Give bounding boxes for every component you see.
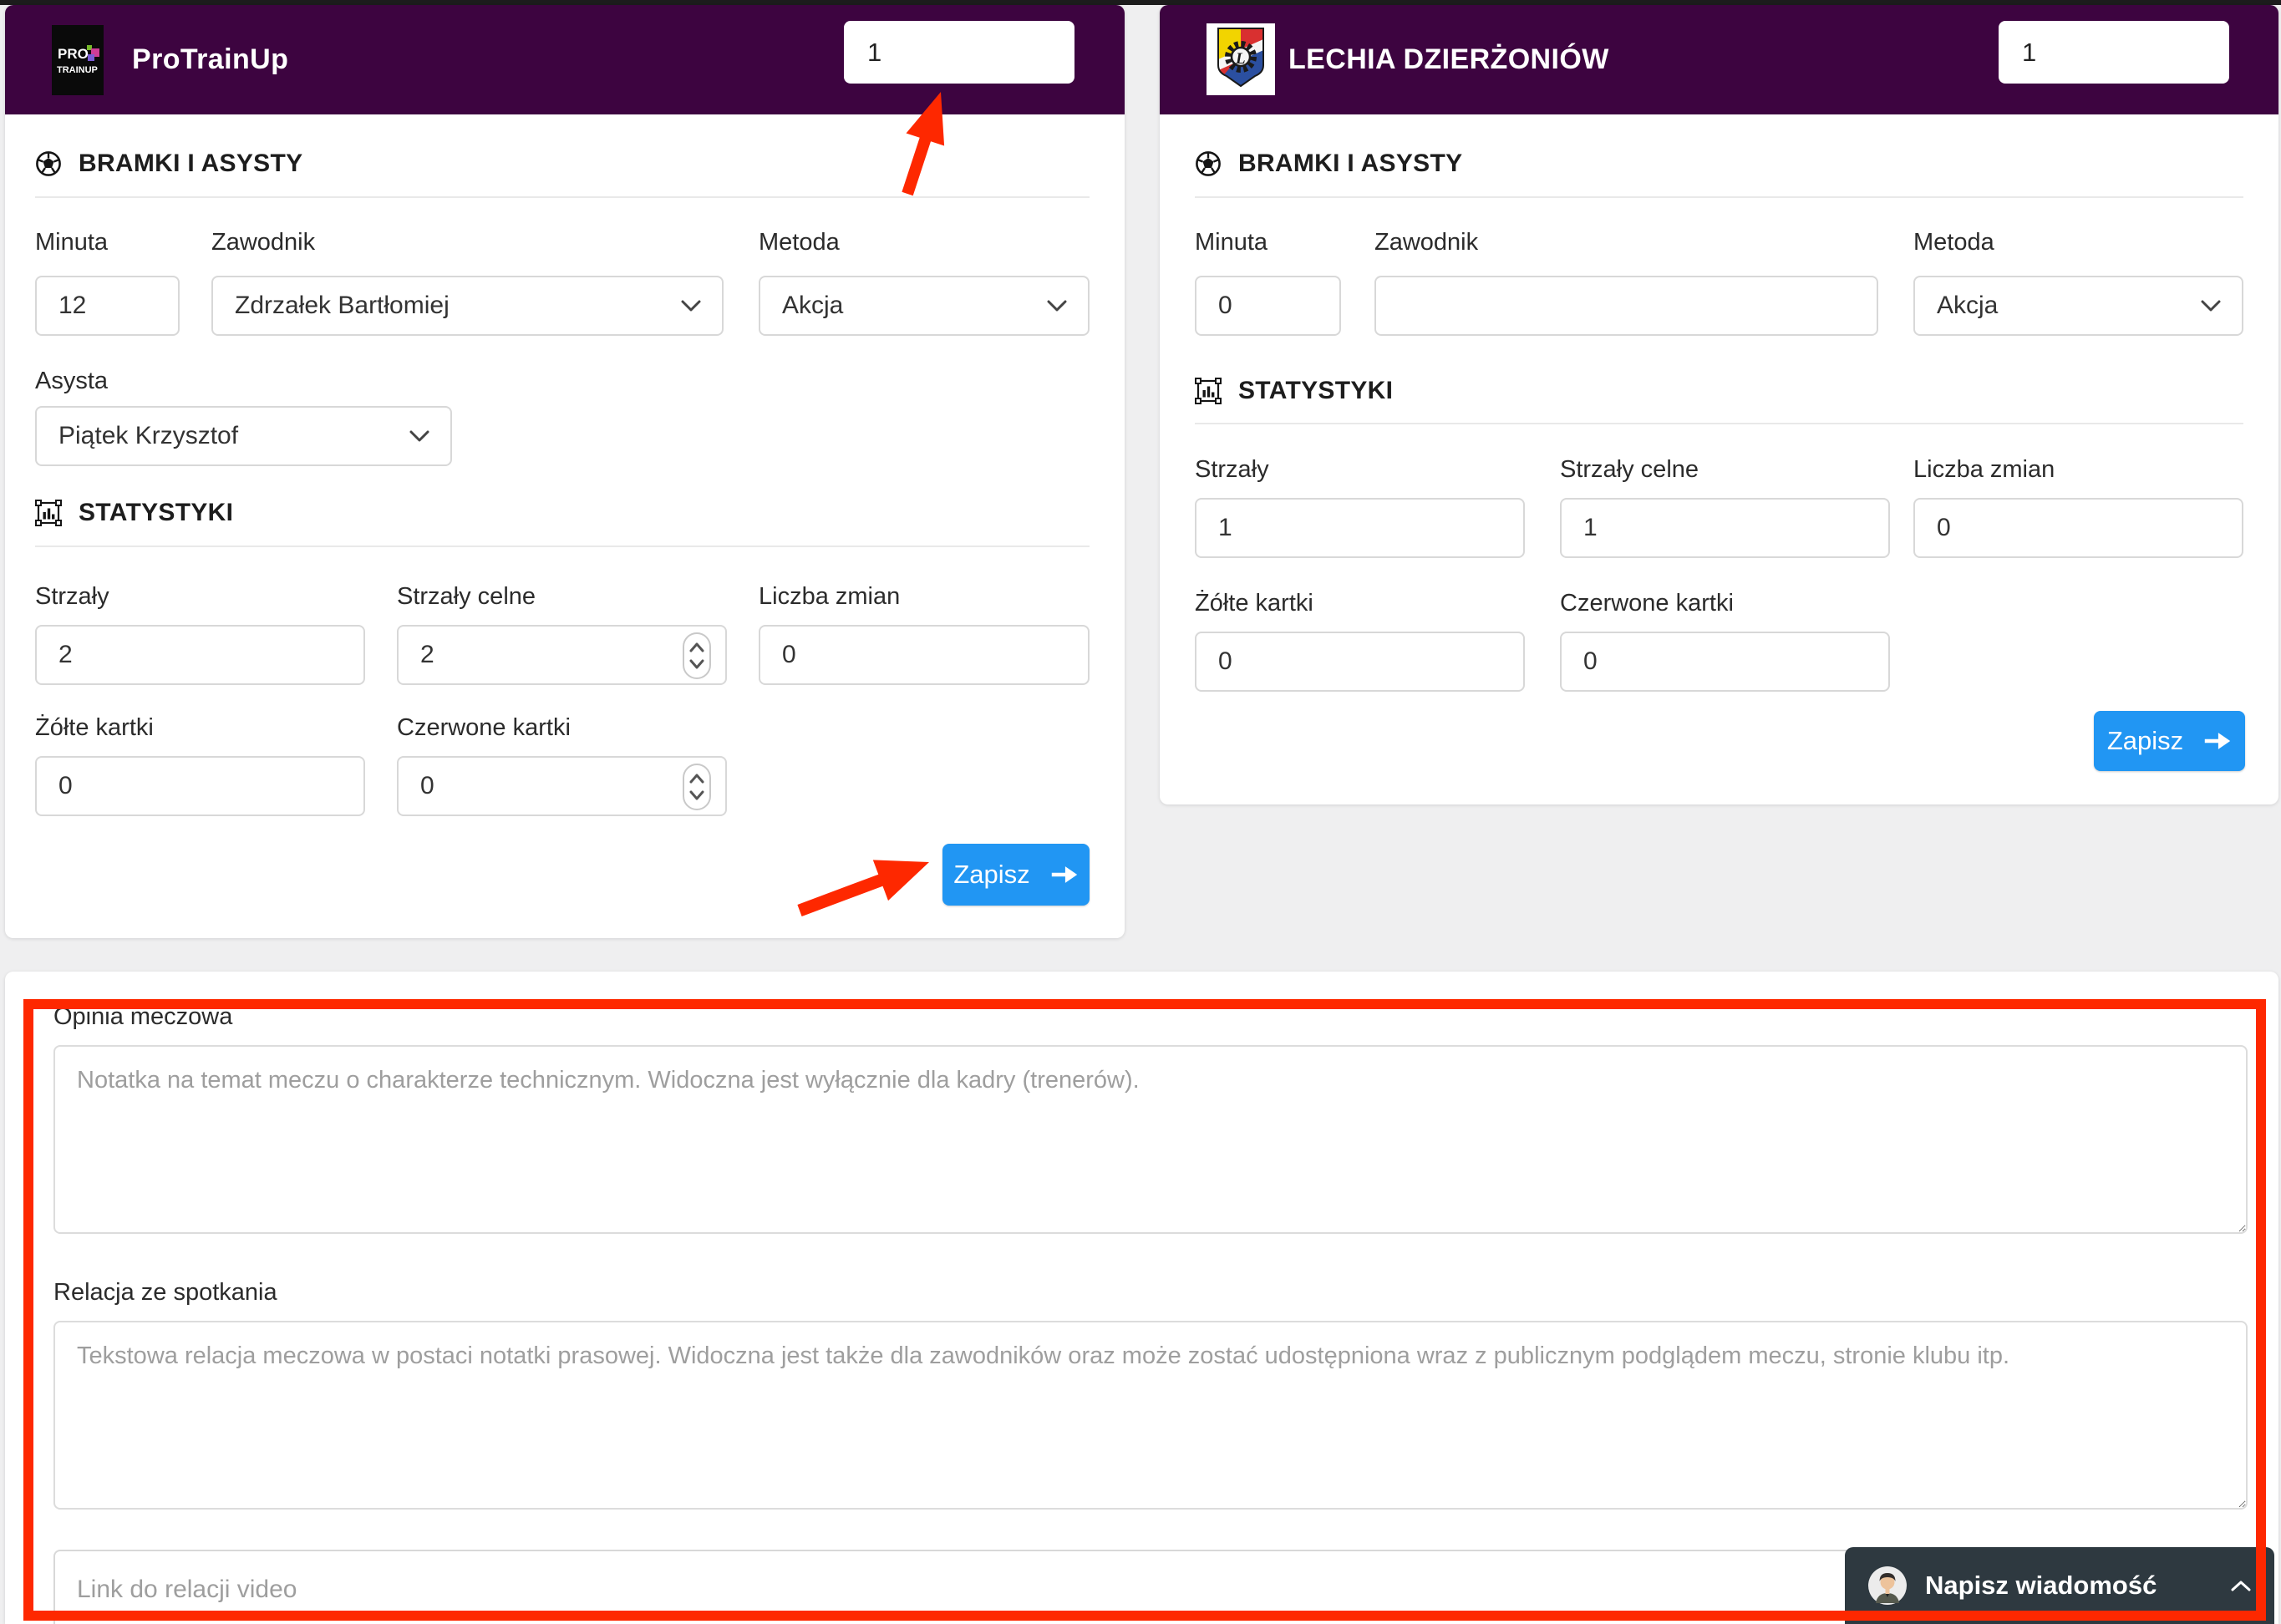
- soccer-ball-icon: [35, 150, 62, 177]
- home-zawodnik-select[interactable]: Zdrzałek Bartłomiej: [211, 276, 724, 336]
- zolte-kartki-label: Żółte kartki: [35, 714, 154, 742]
- home-team-panel: PRO TRAINUP ProTrainUp BRAMKI I ASYSTY M…: [5, 5, 1125, 938]
- opinia-meczowa-textarea[interactable]: [53, 1045, 2248, 1234]
- chevron-down-icon: [680, 299, 702, 312]
- soccer-ball-icon: [1195, 150, 1222, 177]
- svg-text:TRAINUP: TRAINUP: [57, 65, 98, 75]
- chevron-up-icon: [2231, 1580, 2251, 1592]
- home-stats-section-title: STATYSTYKI: [79, 499, 233, 527]
- away-metoda-select[interactable]: Akcja: [1913, 276, 2243, 336]
- chevron-down-icon: [409, 429, 430, 443]
- number-spinner[interactable]: [682, 632, 712, 680]
- arrow-right-icon: [2203, 730, 2232, 752]
- away-goals-section-title: BRAMKI I ASYSTY: [1238, 150, 1462, 178]
- home-minuta-input[interactable]: [35, 276, 180, 336]
- home-save-button[interactable]: Zapisz: [942, 844, 1090, 906]
- away-stats-section-header: STATYSTYKI: [1195, 373, 1393, 409]
- home-zawodnik-value: Zdrzałek Bartłomiej: [235, 292, 450, 320]
- home-metoda-value: Akcja: [782, 292, 843, 320]
- chevron-down-icon: [1046, 299, 1068, 312]
- away-strzaly-celne-input[interactable]: [1560, 498, 1890, 558]
- home-team-name: ProTrainUp: [132, 5, 288, 114]
- home-metoda-select[interactable]: Akcja: [759, 276, 1090, 336]
- metoda-label: Metoda: [759, 229, 840, 256]
- czerwone-kartki-label: Czerwone kartki: [1560, 590, 1734, 617]
- statistics-chart-icon: [35, 500, 62, 526]
- home-team-header: PRO TRAINUP ProTrainUp: [5, 5, 1125, 114]
- lechia-club-crest: L: [1207, 23, 1275, 95]
- home-czerwone-kartki-input[interactable]: [397, 756, 727, 816]
- zawodnik-label: Zawodnik: [211, 229, 315, 256]
- chevron-down-icon: [2200, 299, 2222, 312]
- liczba-zmian-label: Liczba zmian: [759, 583, 900, 611]
- away-goals-section-header: BRAMKI I ASYSTY: [1195, 145, 1462, 182]
- divider: [35, 196, 1090, 198]
- svg-text:PRO: PRO: [58, 46, 89, 62]
- away-metoda-value: Akcja: [1937, 292, 1998, 320]
- asysta-label: Asysta: [35, 368, 108, 395]
- away-zolte-kartki-input[interactable]: [1195, 632, 1525, 692]
- svg-text:L: L: [1235, 50, 1246, 68]
- relacja-ze-spotkania-textarea[interactable]: [53, 1321, 2248, 1510]
- opinia-meczowa-label: Opinia meczowa: [53, 1003, 232, 1031]
- liczba-zmian-label: Liczba zmian: [1913, 456, 2055, 484]
- away-team-panel: L LECHIA DZIERŻONIÓW BRAMKI I ASYSTY Min…: [1160, 5, 2278, 804]
- home-asysta-value: Piątek Krzysztof: [58, 422, 238, 450]
- home-goals-section-header: BRAMKI I ASYSTY: [35, 145, 302, 182]
- metoda-label: Metoda: [1913, 229, 1994, 256]
- match-notes-panel: Opinia meczowa Relacja ze spotkania: [5, 972, 2278, 1624]
- away-stats-section-title: STATYSTYKI: [1238, 377, 1393, 405]
- away-save-label: Zapisz: [2107, 726, 2183, 756]
- away-team-header: L LECHIA DZIERŻONIÓW: [1160, 5, 2278, 114]
- protrainup-logo: PRO TRAINUP: [52, 25, 104, 95]
- arrow-right-icon: [1050, 864, 1079, 886]
- home-stats-section-header: STATYSTYKI: [35, 495, 233, 531]
- away-minuta-input[interactable]: [1195, 276, 1341, 336]
- away-team-name: LECHIA DZIERŻONIÓW: [1288, 5, 1609, 114]
- divider: [35, 546, 1090, 547]
- divider: [1195, 423, 2243, 424]
- divider: [1195, 196, 2243, 198]
- czerwone-kartki-label: Czerwone kartki: [397, 714, 571, 742]
- number-spinner[interactable]: [682, 763, 712, 811]
- support-avatar: [1868, 1566, 1907, 1605]
- strzaly-celne-label: Strzały celne: [397, 583, 536, 611]
- home-liczba-zmian-input[interactable]: [759, 625, 1090, 685]
- relacja-ze-spotkania-label: Relacja ze spotkania: [53, 1279, 277, 1307]
- statistics-chart-icon: [1195, 378, 1222, 404]
- away-zawodnik-input[interactable]: [1374, 276, 1878, 336]
- zawodnik-label: Zawodnik: [1374, 229, 1478, 256]
- home-score-input[interactable]: [844, 21, 1074, 84]
- home-strzaly-celne-input[interactable]: [397, 625, 727, 685]
- strzaly-celne-label: Strzały celne: [1560, 456, 1699, 484]
- home-save-label: Zapisz: [953, 860, 1029, 890]
- away-liczba-zmian-input[interactable]: [1913, 498, 2243, 558]
- home-asysta-select[interactable]: Piątek Krzysztof: [35, 406, 452, 466]
- chat-widget[interactable]: Napisz wiadomość: [1845, 1547, 2274, 1624]
- away-strzaly-input[interactable]: [1195, 498, 1525, 558]
- away-czerwone-kartki-input[interactable]: [1560, 632, 1890, 692]
- home-zolte-kartki-input[interactable]: [35, 756, 365, 816]
- minuta-label: Minuta: [1195, 229, 1268, 256]
- away-score-input[interactable]: [1999, 21, 2229, 84]
- chat-widget-label: Napisz wiadomość: [1925, 1571, 2212, 1601]
- zolte-kartki-label: Żółte kartki: [1195, 590, 1313, 617]
- minuta-label: Minuta: [35, 229, 108, 256]
- away-save-button[interactable]: Zapisz: [2094, 711, 2245, 771]
- strzaly-label: Strzały: [1195, 456, 1269, 484]
- strzaly-label: Strzały: [35, 583, 109, 611]
- home-goals-section-title: BRAMKI I ASYSTY: [79, 150, 302, 178]
- home-strzaly-input[interactable]: [35, 625, 365, 685]
